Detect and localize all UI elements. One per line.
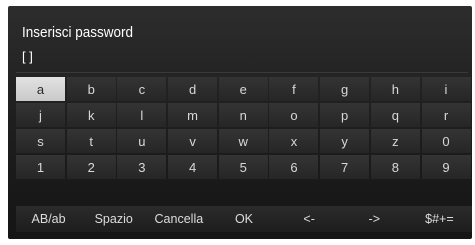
key-l[interactable]: l: [117, 103, 167, 127]
symbols-button[interactable]: $#+=: [407, 206, 472, 232]
key-e[interactable]: e: [218, 77, 268, 101]
key-y[interactable]: y: [320, 129, 370, 153]
key-g[interactable]: g: [320, 77, 370, 101]
cursor-right-button[interactable]: ->: [342, 206, 407, 232]
key-o[interactable]: o: [269, 103, 319, 127]
keyboard-row: s t u v w x y z 0: [16, 129, 472, 153]
key-9[interactable]: 9: [421, 155, 471, 179]
key-2[interactable]: 2: [66, 155, 116, 179]
key-p[interactable]: p: [320, 103, 370, 127]
key-v[interactable]: v: [168, 129, 218, 153]
key-8[interactable]: 8: [370, 155, 420, 179]
key-5[interactable]: 5: [218, 155, 268, 179]
password-dialog: Inserisci password [ ] a b c d e f g h i…: [8, 6, 472, 239]
key-a[interactable]: a: [16, 77, 65, 101]
key-q[interactable]: q: [370, 103, 420, 127]
function-key-row: AB/ab Spazio Cancella OK <- -> $#+=: [16, 206, 472, 232]
key-c[interactable]: c: [117, 77, 167, 101]
key-b[interactable]: b: [66, 77, 116, 101]
keyboard-row: j k l m n o p q r: [16, 103, 472, 127]
key-0[interactable]: 0: [421, 129, 471, 153]
case-toggle-button[interactable]: AB/ab: [16, 206, 81, 232]
key-w[interactable]: w: [218, 129, 268, 153]
key-u[interactable]: u: [117, 129, 167, 153]
key-m[interactable]: m: [168, 103, 218, 127]
space-button[interactable]: Spazio: [81, 206, 146, 232]
keyboard-row: 1 2 3 4 5 6 7 8 9: [16, 155, 472, 179]
key-h[interactable]: h: [370, 77, 420, 101]
key-f[interactable]: f: [269, 77, 319, 101]
key-j[interactable]: j: [16, 103, 65, 127]
key-6[interactable]: 6: [269, 155, 319, 179]
keyboard-row: a b c d e f g h i: [16, 77, 472, 101]
key-d[interactable]: d: [168, 77, 218, 101]
key-z[interactable]: z: [370, 129, 420, 153]
key-3[interactable]: 3: [117, 155, 167, 179]
ok-button[interactable]: OK: [211, 206, 276, 232]
key-r[interactable]: r: [421, 103, 471, 127]
key-x[interactable]: x: [269, 129, 319, 153]
divider: [16, 72, 468, 73]
key-7[interactable]: 7: [320, 155, 370, 179]
key-t[interactable]: t: [66, 129, 116, 153]
delete-button[interactable]: Cancella: [146, 206, 211, 232]
key-i[interactable]: i: [421, 77, 471, 101]
key-s[interactable]: s: [16, 129, 65, 153]
dialog-title: Inserisci password: [22, 24, 134, 41]
key-4[interactable]: 4: [168, 155, 218, 179]
on-screen-keyboard: a b c d e f g h i j k l m n o p q r s t …: [16, 77, 472, 181]
password-field[interactable]: [ ]: [22, 49, 33, 64]
key-n[interactable]: n: [218, 103, 268, 127]
key-1[interactable]: 1: [16, 155, 65, 179]
key-k[interactable]: k: [66, 103, 116, 127]
cursor-left-button[interactable]: <-: [277, 206, 342, 232]
